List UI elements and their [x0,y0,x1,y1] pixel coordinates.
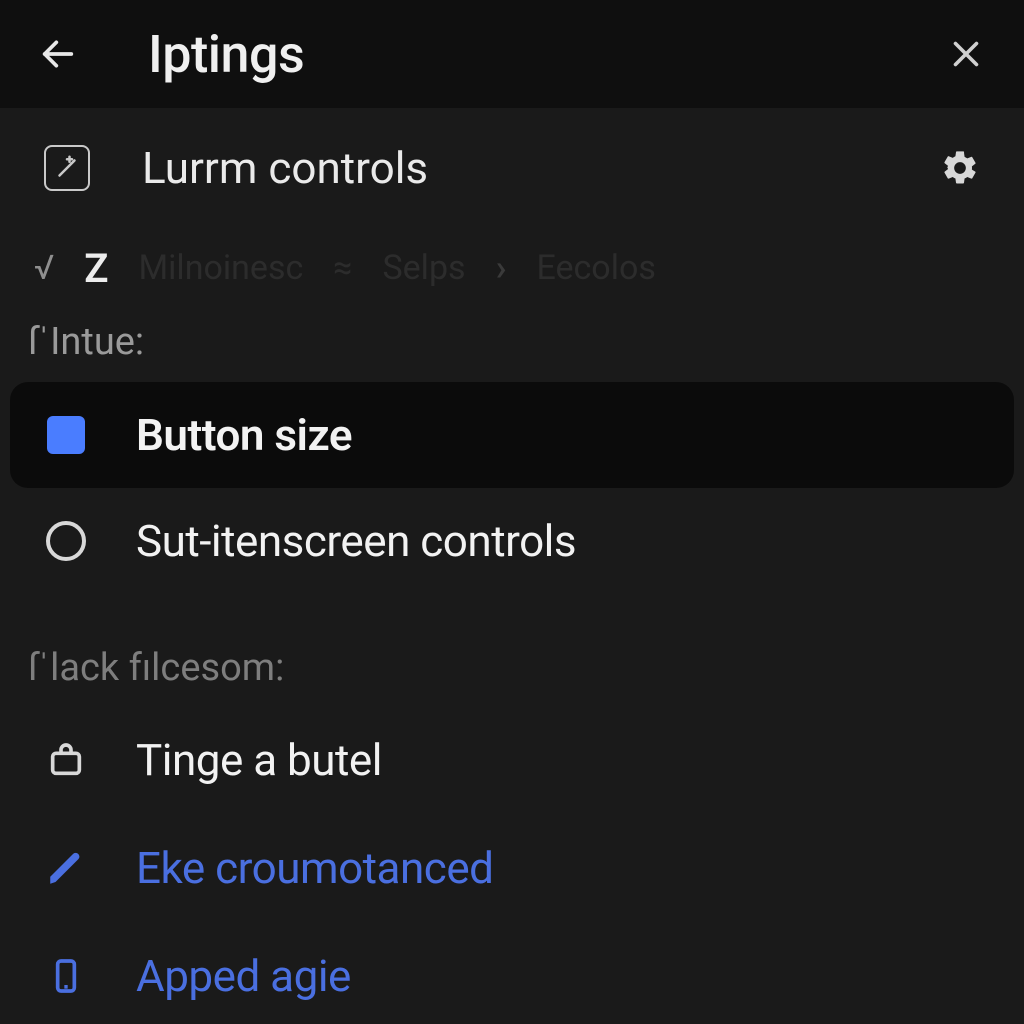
header: Iptings [0,0,1024,108]
breadcrumb-sep: ≈ [333,248,352,288]
close-icon [948,36,984,72]
arrow-left-icon [38,34,78,74]
list-item-label: Apped agie [136,950,351,1002]
breadcrumb-item[interactable]: Selps [382,248,465,288]
breadcrumb-item[interactable]: Eecolos [536,248,655,288]
group-label-intue: ſˈIntue: [0,308,1024,382]
section-title: Lurrm controls [142,142,428,194]
pen-icon [44,846,88,890]
breadcrumb-item[interactable]: Milnoinesc [138,248,303,288]
edit-box-icon [44,145,90,191]
list-item-label: Sut-itenscreen controls [136,515,576,567]
breadcrumb-toolbar: √ Z Milnoinesc ≈ Selps › Eecolos [0,228,1024,308]
toolbar-glyph: √ [34,248,54,288]
gear-icon [940,148,980,188]
section-controls-row[interactable]: Lurrm controls [0,108,1024,228]
bag-icon [44,738,88,782]
close-button[interactable] [944,32,988,76]
radio-unchecked-icon [44,519,88,563]
square-filled-icon [44,413,88,457]
list-intue: Button size Sut-itenscreen controls [0,382,1024,604]
list-item-screen-controls[interactable]: Sut-itenscreen controls [10,488,1014,594]
list-item-apped-agie[interactable]: Apped agie [10,922,1014,1024]
list-item-label: Eke croumotanced [136,842,493,894]
page-title: Iptings [148,24,304,85]
list-item-eke-croumotanced[interactable]: Eke croumotanced [10,814,1014,922]
list-item-label: Button size [136,409,352,461]
back-button[interactable] [36,32,80,76]
list-item-label: Tinge a butel [136,734,382,786]
settings-gear-button[interactable] [940,148,980,188]
group-label-flack: ſˈlack fılcesom: [0,604,1024,706]
list-flack: Tinge a butel Eke croumotanced Apped agi… [0,706,1024,1024]
list-item-button-size[interactable]: Button size [10,382,1014,488]
chevron-right-icon: › [496,247,507,289]
list-item-tinge-butel[interactable]: Tinge a butel [10,706,1014,814]
toolbar-z: Z [84,245,108,292]
phone-icon [44,954,88,998]
